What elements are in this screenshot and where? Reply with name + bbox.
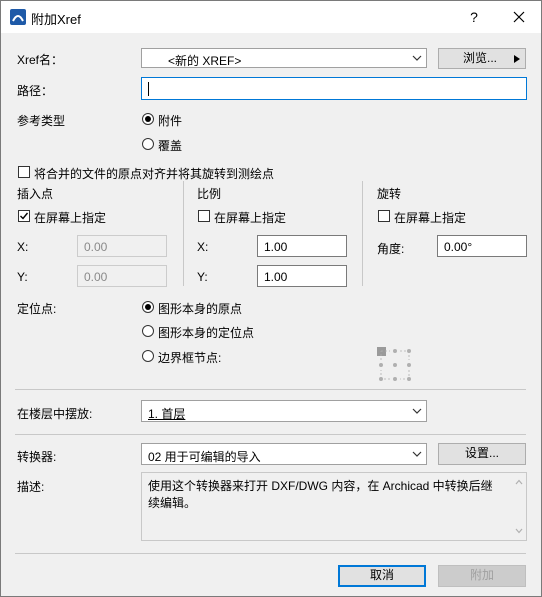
scale-x-value: 1.00 — [264, 240, 288, 254]
triangle-right-icon — [514, 55, 520, 63]
rotation-on-screen-label: 在屏幕上指定 — [394, 211, 467, 225]
scale-y-value: 1.00 — [264, 270, 288, 284]
xref-name-combo[interactable]: <新的 XREF> — [141, 48, 427, 68]
radio-attach-label: 附件 — [158, 114, 183, 128]
story-label: 在楼层中摆放: — [17, 407, 93, 421]
title-bar: 附加Xref ? — [1, 1, 541, 33]
align-origin-checkbox[interactable] — [18, 166, 30, 178]
radio-anchor-origin-label: 图形本身的原点 — [158, 302, 243, 316]
cancel-button[interactable]: 取消 — [338, 565, 426, 587]
scale-y-label: Y: — [197, 270, 208, 284]
rotation-angle-label: 角度: — [377, 242, 405, 256]
scroll-down-icon[interactable] — [515, 528, 523, 534]
scale-on-screen-checkbox[interactable] — [198, 210, 210, 222]
close-icon[interactable] — [509, 7, 529, 27]
rotation-header: 旋转 — [377, 187, 402, 201]
bounding-box-node-picker-icon[interactable] — [376, 346, 414, 384]
rotation-on-screen-checkbox[interactable] — [378, 210, 390, 222]
insert-x-input[interactable]: 0.00 — [77, 235, 167, 257]
radio-overlay-label: 覆盖 — [158, 139, 183, 153]
path-label: 路径： — [17, 84, 54, 98]
insert-x-value: 0.00 — [84, 240, 108, 254]
attach-label: 附加 — [469, 568, 494, 582]
translator-settings-button[interactable]: 设置... — [438, 443, 526, 465]
scroll-up-icon[interactable] — [515, 479, 523, 485]
footer-divider — [15, 553, 526, 554]
radio-anchor-bbox[interactable] — [142, 350, 154, 362]
insert-y-label: Y: — [17, 270, 28, 284]
attach-xref-dialog: 附加Xref ? Xref名： <新的 XREF> 浏览... 路径： 参考类型… — [0, 0, 542, 597]
browse-label: 浏览... — [463, 51, 498, 65]
insert-on-screen-label: 在屏幕上指定 — [34, 211, 107, 225]
section-divider — [15, 434, 526, 435]
radio-anchor-bbox-label: 边界框节点: — [158, 351, 222, 365]
window-title: 附加Xref — [31, 12, 81, 27]
path-input[interactable] — [141, 77, 527, 100]
browse-button[interactable]: 浏览... — [438, 48, 526, 69]
xref-name-label: Xref名： — [17, 53, 64, 67]
column-divider — [183, 181, 184, 286]
cancel-label: 取消 — [369, 568, 394, 582]
xref-name-value: <新的 XREF> — [168, 54, 242, 68]
chevron-down-icon — [412, 451, 422, 457]
description-text: 使用这个转换器来打开 DXF/DWG 内容，在 Archicad 中转换后继续编… — [148, 479, 493, 510]
story-combo[interactable]: 1. 首层 — [141, 400, 427, 422]
translator-combo[interactable]: 02 用于可编辑的导入 — [141, 443, 427, 465]
insert-on-screen-checkbox[interactable] — [18, 210, 30, 222]
section-divider — [15, 389, 526, 390]
scale-on-screen-label: 在屏幕上指定 — [214, 211, 287, 225]
radio-anchor-hotspot[interactable] — [142, 325, 154, 337]
column-divider — [362, 181, 363, 286]
rotation-angle-input[interactable]: 0.00° — [437, 235, 527, 257]
scale-y-input[interactable]: 1.00 — [257, 265, 347, 287]
align-origin-label: 将合并的文件的原点对齐并将其旋转到测绘点 — [34, 167, 275, 181]
radio-anchor-origin[interactable] — [142, 301, 154, 313]
scale-header: 比例 — [197, 187, 222, 201]
story-value: 1. 首层 — [148, 407, 186, 421]
archicad-app-icon — [10, 9, 26, 25]
scale-x-label: X: — [197, 240, 209, 254]
radio-anchor-hotspot-label: 图形本身的定位点 — [158, 326, 255, 340]
translator-label: 转换器: — [17, 450, 57, 464]
text-cursor — [148, 82, 149, 96]
help-button[interactable]: ? — [464, 7, 484, 27]
insert-point-header: 插入点 — [17, 187, 54, 201]
checkmark-icon — [20, 212, 29, 220]
chevron-down-icon — [412, 408, 422, 414]
radio-overlay[interactable] — [142, 138, 154, 150]
scale-x-input[interactable]: 1.00 — [257, 235, 347, 257]
description-label: 描述: — [17, 480, 45, 494]
ref-type-label: 参考类型 — [17, 114, 66, 128]
description-textarea[interactable]: 使用这个转换器来打开 DXF/DWG 内容，在 Archicad 中转换后继续编… — [141, 472, 527, 541]
insert-y-value: 0.00 — [84, 270, 108, 284]
radio-attach[interactable] — [142, 113, 154, 125]
insert-x-label: X: — [17, 240, 29, 254]
translator-settings-label: 设置... — [464, 446, 499, 460]
insert-y-input[interactable]: 0.00 — [77, 265, 167, 287]
rotation-angle-value: 0.00° — [444, 240, 473, 254]
anchor-label: 定位点: — [17, 302, 57, 316]
chevron-down-icon — [412, 55, 422, 61]
attach-button[interactable]: 附加 — [438, 565, 526, 587]
translator-value: 02 用于可编辑的导入 — [148, 450, 261, 464]
